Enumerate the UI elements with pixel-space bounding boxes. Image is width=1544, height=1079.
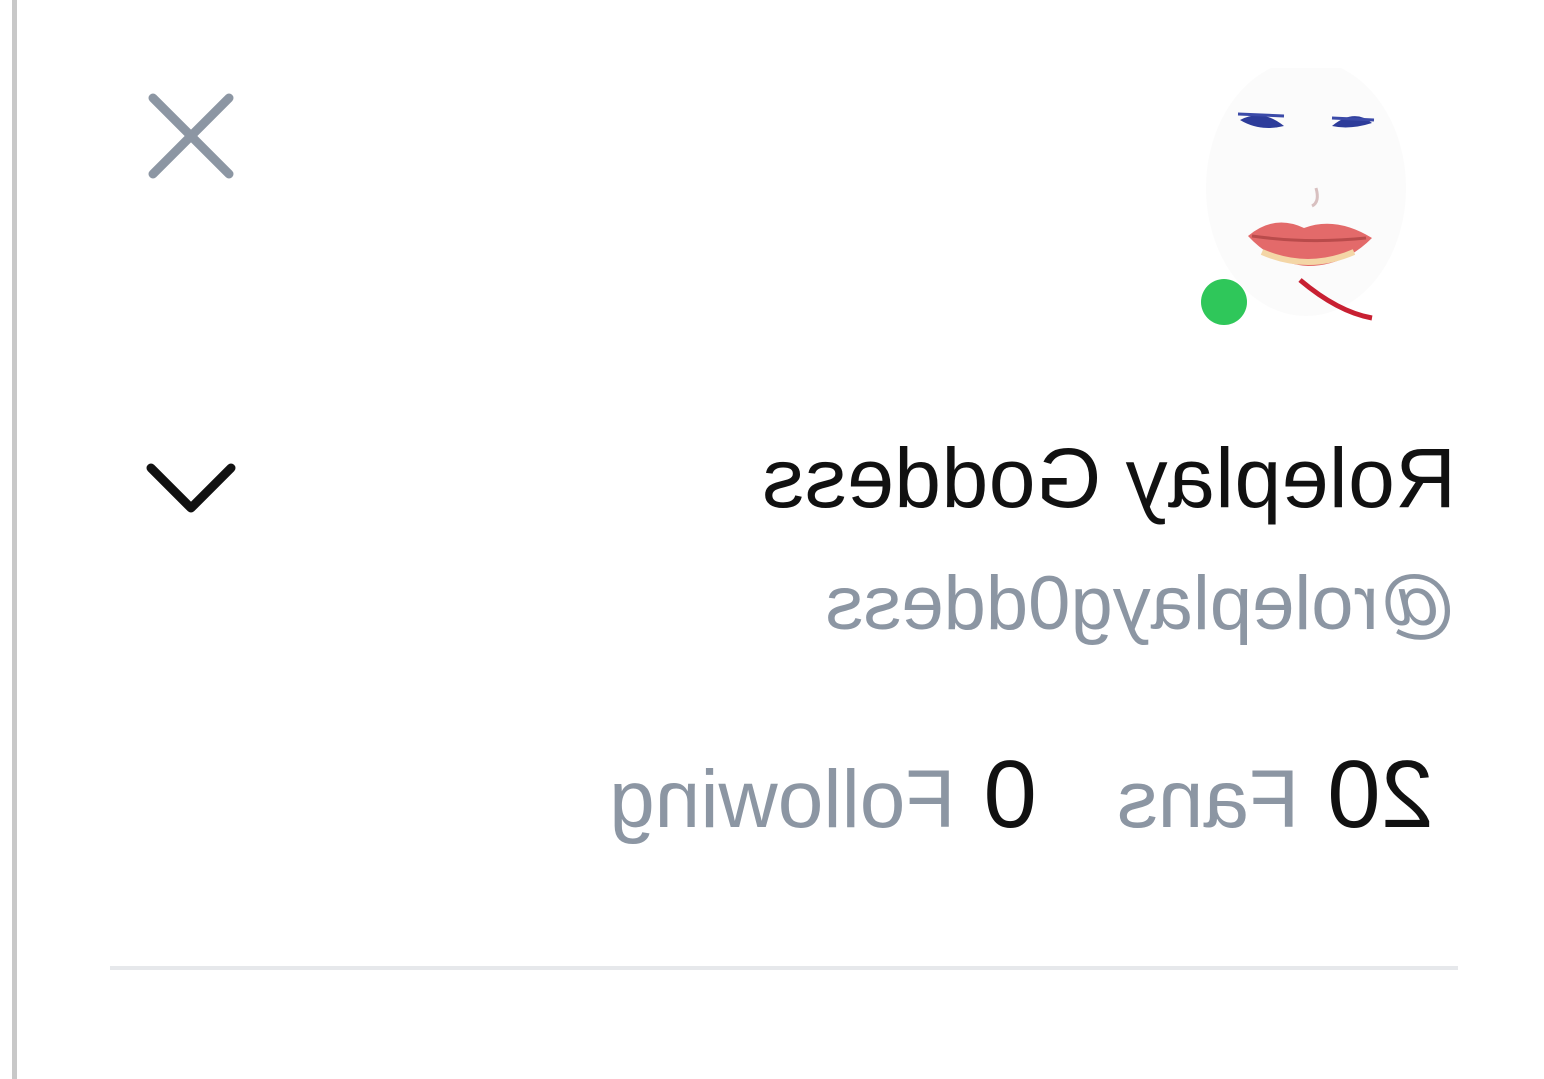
expand-accounts-button[interactable] bbox=[143, 440, 239, 536]
close-icon bbox=[148, 93, 234, 179]
profile-panel: Roleplay Goddess @roleplayg0ddess 20 Fan… bbox=[0, 0, 1544, 1079]
fans-stat[interactable]: 20 Fans bbox=[1117, 740, 1434, 850]
username: @roleplayg0ddess bbox=[825, 561, 1456, 646]
display-name: Roleplay Goddess bbox=[761, 431, 1456, 525]
fans-count: 20 bbox=[1327, 741, 1434, 848]
following-label: Following bbox=[609, 754, 956, 845]
fans-label: Fans bbox=[1116, 754, 1300, 845]
chevron-down-icon bbox=[146, 463, 236, 513]
profile-stats: 20 Fans 0 Following bbox=[609, 740, 1434, 850]
divider bbox=[110, 966, 1458, 970]
profile-drawer: Roleplay Goddess @roleplayg0ddess 20 Fan… bbox=[0, 0, 1544, 1079]
following-stat[interactable]: 0 Following bbox=[609, 740, 1037, 850]
following-count: 0 bbox=[983, 741, 1037, 848]
close-button[interactable] bbox=[143, 88, 239, 184]
online-status-indicator bbox=[1201, 279, 1247, 325]
